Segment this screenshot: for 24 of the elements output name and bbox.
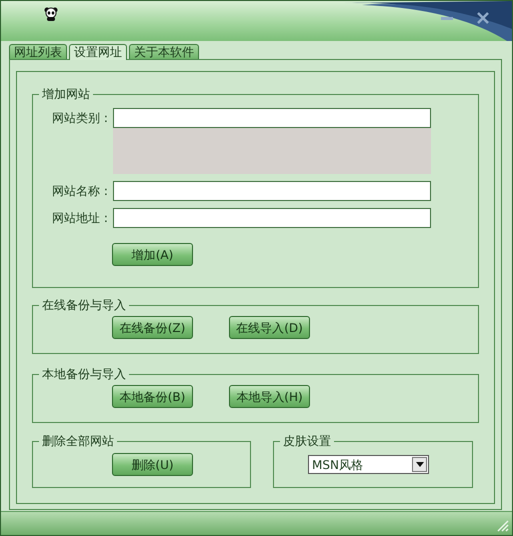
group-title: 删除全部网站 bbox=[41, 435, 115, 447]
resize-grip-icon[interactable] bbox=[495, 518, 509, 532]
add-button[interactable]: 增加(A) bbox=[112, 243, 193, 266]
delete-button[interactable]: 删除(U) bbox=[112, 453, 193, 476]
group-title: 皮肤设置 bbox=[282, 435, 332, 447]
field-label: 网站名称 : bbox=[52, 183, 109, 200]
group-title: 本地备份与导入 bbox=[41, 368, 127, 380]
backup-button[interactable]: 在线备份(Z) bbox=[112, 316, 193, 339]
panda-icon bbox=[44, 7, 58, 21]
backup-button[interactable]: 本地备份(B) bbox=[112, 385, 193, 408]
field-label: 网站类别 : bbox=[52, 110, 109, 127]
input-field[interactable] bbox=[113, 208, 431, 228]
group-title: 在线备份与导入 bbox=[41, 299, 127, 311]
tab[interactable]: 设置网址 bbox=[69, 44, 127, 60]
input-field[interactable] bbox=[113, 181, 431, 201]
input-field[interactable] bbox=[113, 108, 431, 128]
backup-button[interactable]: 本地导入(H) bbox=[229, 385, 310, 408]
tab[interactable]: 关于本软件 bbox=[129, 44, 199, 59]
group-title: 增加网站 bbox=[41, 88, 91, 100]
backup-button[interactable]: 在线导入(D) bbox=[229, 316, 310, 339]
skin-dropdown[interactable]: MSN风格 bbox=[308, 455, 429, 474]
close-icon[interactable] bbox=[476, 11, 490, 25]
field-label: 网站地址 : bbox=[52, 210, 109, 227]
tab[interactable]: 网址列表 bbox=[9, 44, 67, 59]
